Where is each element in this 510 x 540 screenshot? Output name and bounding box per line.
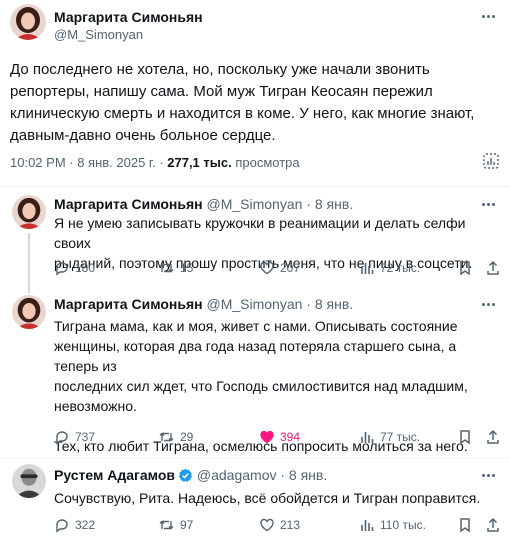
reply-count: 180 — [75, 261, 96, 275]
more-options-icon[interactable] — [478, 8, 498, 24]
tweet-meta: 10:02 PM · 8 янв. 2025 г. · 277,1 тыс. п… — [10, 155, 300, 170]
like-count: 394 — [280, 430, 301, 444]
reply-header: Маргарита Симоньян @M_Simonyan · 8 янв. — [54, 196, 353, 212]
main-tweet: Маргарита Симоньян @M_Simonyan До послед… — [0, 0, 510, 186]
share-button[interactable] — [486, 260, 500, 276]
bookmark-icon — [460, 430, 470, 445]
views-count: 277,1 тыс. — [167, 155, 232, 170]
retweet-icon — [159, 520, 174, 530]
verified-badge-icon — [178, 468, 193, 483]
author-name[interactable]: Маргарита Симоньян — [54, 196, 203, 212]
retweet-icon — [159, 432, 174, 442]
author-avatar[interactable] — [10, 4, 46, 40]
thread-line — [28, 233, 30, 287]
bookmark-button[interactable] — [458, 429, 472, 445]
bookmark-button[interactable] — [458, 517, 472, 533]
heart-filled-icon — [260, 430, 274, 444]
bookmark-button[interactable] — [458, 260, 472, 276]
reply-count: 737 — [75, 430, 96, 444]
tweet-date[interactable]: · 8 янв. — [302, 196, 353, 212]
author-avatar[interactable] — [12, 464, 46, 498]
like-button[interactable]: 213 — [259, 517, 300, 533]
views-count: 77 тыс. — [380, 430, 421, 444]
author-name[interactable]: Маргарита Симоньян — [54, 296, 203, 312]
tweet-timestamp[interactable]: 10:02 PM · 8 янв. 2025 г. · — [10, 155, 167, 170]
reply-tweet[interactable]: Маргарита Симоньян @M_Simonyan · 8 янв. … — [0, 287, 510, 454]
views-count: 72 тыс. — [380, 261, 421, 275]
reply-header: Рустем Адагамов @adagamov · 8 янв. — [54, 467, 327, 483]
more-options-icon[interactable] — [478, 296, 498, 312]
tweet-text: До последнего не хотела, но, поскольку у… — [10, 61, 475, 144]
author-name[interactable]: Маргарита Симоньян — [54, 9, 203, 25]
action-bar: 180 15 207 72 тыс. — [54, 260, 502, 278]
views-chart-icon — [361, 432, 374, 443]
reply-icon — [56, 519, 68, 533]
retweet-icon — [159, 263, 174, 273]
author-handle[interactable]: @M_Simonyan — [207, 196, 303, 212]
author-name[interactable]: Рустем Адагамов — [54, 467, 175, 483]
tweet-date[interactable]: · 8 янв. — [276, 467, 327, 483]
share-button[interactable] — [486, 429, 500, 445]
reply-header: Маргарита Симоньян @M_Simonyan · 8 янв. — [54, 296, 353, 312]
reply-button[interactable]: 180 — [54, 260, 95, 276]
views-button[interactable]: 110 тыс. — [359, 517, 426, 533]
more-options-icon[interactable] — [478, 467, 498, 483]
views-label: просмотра — [231, 155, 300, 170]
like-count: 213 — [280, 518, 301, 532]
heart-icon — [260, 261, 274, 275]
reply-button[interactable]: 322 — [54, 517, 95, 533]
reply-tweet[interactable]: Рустем Адагамов @adagamov · 8 янв. Сочув… — [0, 458, 510, 540]
action-bar: 737 29 394 77 тыс. — [54, 429, 502, 447]
bookmark-icon — [460, 518, 470, 533]
views-button[interactable]: 72 тыс. — [359, 260, 420, 276]
like-button[interactable]: 394 — [259, 429, 300, 445]
reply-count: 322 — [75, 518, 96, 532]
views-button[interactable]: 77 тыс. — [359, 429, 420, 445]
share-icon — [487, 429, 499, 444]
more-options-icon[interactable] — [478, 196, 498, 212]
analytics-icon[interactable] — [482, 152, 500, 170]
retweet-count: 29 — [180, 430, 194, 444]
views-chart-icon — [361, 263, 374, 274]
retweet-button[interactable]: 97 — [158, 517, 193, 533]
author-avatar[interactable] — [12, 195, 46, 229]
author-avatar[interactable] — [12, 295, 46, 329]
tweet-date[interactable]: · 8 янв. — [302, 296, 353, 312]
retweet-count: 15 — [180, 261, 194, 275]
share-icon — [487, 260, 499, 275]
reply-icon — [56, 431, 68, 445]
reply-tweet[interactable]: Маргарита Симоньян @M_Simonyan · 8 янв. … — [0, 187, 510, 287]
retweet-button[interactable]: 29 — [158, 429, 193, 445]
action-bar: 322 97 213 110 тыс. — [54, 517, 502, 535]
thread-line — [28, 287, 30, 293]
author-handle[interactable]: @adagamov — [197, 467, 277, 483]
views-chart-icon — [361, 520, 374, 531]
views-count: 110 тыс. — [380, 518, 426, 532]
reply-button[interactable]: 737 — [54, 429, 95, 445]
retweet-button[interactable]: 15 — [158, 260, 193, 276]
author-handle[interactable]: @M_Simonyan — [207, 296, 303, 312]
reply-icon — [56, 262, 68, 276]
retweet-count: 97 — [180, 518, 194, 532]
author-handle[interactable]: @M_Simonyan — [54, 27, 143, 42]
heart-icon — [260, 518, 274, 532]
like-button[interactable]: 207 — [259, 260, 300, 276]
share-button[interactable] — [486, 517, 500, 533]
like-count: 207 — [280, 261, 301, 275]
tweet-text: Сочувствую, Рита. Надеюсь, всё обойдется… — [54, 490, 481, 506]
share-icon — [487, 517, 499, 532]
bookmark-icon — [460, 261, 470, 276]
